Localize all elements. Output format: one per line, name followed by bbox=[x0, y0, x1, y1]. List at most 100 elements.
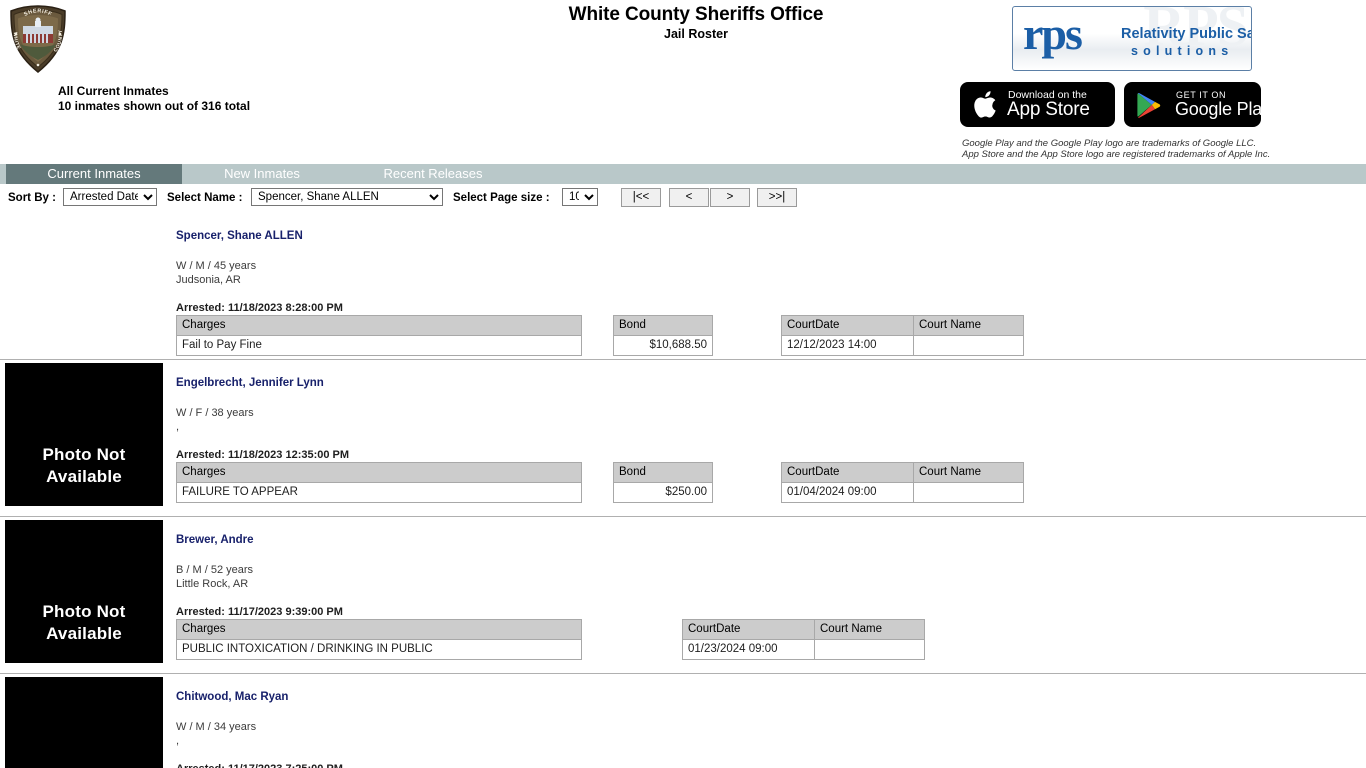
court-name-header: Court Name bbox=[913, 315, 1024, 336]
charge-cell: PUBLIC INTOXICATION / DRINKING IN PUBLIC bbox=[176, 639, 582, 660]
record-separator bbox=[0, 673, 1366, 674]
rps-wordmark: rps bbox=[1023, 8, 1083, 59]
inmate-name-link[interactable]: Chitwood, Mac Ryan bbox=[176, 690, 288, 704]
sort-by-select[interactable]: Arrested Date bbox=[63, 188, 157, 206]
select-name-select[interactable]: Spencer, Shane ALLEN bbox=[251, 188, 443, 206]
app-store-big-label: App Store bbox=[1007, 99, 1090, 120]
pagination-prev-button[interactable]: < bbox=[669, 188, 709, 207]
inmate-demographics: W / M / 34 years bbox=[176, 721, 257, 733]
court-date-header: CourtDate bbox=[781, 462, 914, 483]
table-row: FAILURE TO APPEAR bbox=[176, 482, 582, 503]
inmate-details: Spencer, Shane ALLEN W / M / 45 years Juds… bbox=[176, 226, 343, 315]
charges-table: Charges PUBLIC INTOXICATION / DRINKING IN… bbox=[176, 619, 582, 660]
inmate-arrested-date: Arrested: 11/18/2023 12:35:00 PM bbox=[176, 449, 350, 461]
trademark-notice: Google Play and the Google Play logo are… bbox=[962, 138, 1271, 160]
court-name-cell bbox=[814, 639, 925, 660]
roster-toolbar: Sort By : Arrested Date Select Name : Sp… bbox=[0, 188, 1366, 210]
inmate-record: Chitwood, Mac Ryan W / M / 34 years, Arres… bbox=[0, 673, 1366, 768]
charges-header: Charges bbox=[176, 462, 582, 483]
inmate-photo-placeholder: Photo Not Available bbox=[5, 520, 163, 663]
inmate-record: Photo Not Available Brewer, Andre B / M / 5… bbox=[0, 516, 1366, 673]
inmate-city: , bbox=[176, 735, 180, 747]
record-separator bbox=[0, 516, 1366, 517]
inmate-details: Chitwood, Mac Ryan W / M / 34 years, Arres… bbox=[176, 687, 343, 768]
inmate-arrested-date: Arrested: 11/17/2023 7:25:00 PM bbox=[176, 762, 343, 768]
table-row: 01/23/2024 09:00 bbox=[682, 639, 925, 660]
bond-cell: $250.00 bbox=[613, 482, 713, 503]
pagination-first-button[interactable]: |<< bbox=[621, 188, 661, 207]
court-date-header: CourtDate bbox=[682, 619, 815, 640]
court-table: CourtDate Court Name 01/23/2024 09:00 bbox=[682, 619, 925, 660]
court-date-cell: 12/12/2023 14:00 bbox=[781, 335, 914, 356]
bond-header: Bond bbox=[613, 315, 713, 336]
inmate-name-link[interactable]: Engelbrecht, Jennifer Lynn bbox=[176, 376, 324, 390]
court-date-header: CourtDate bbox=[781, 315, 914, 336]
court-name-header: Court Name bbox=[814, 619, 925, 640]
table-row: $250.00 bbox=[613, 482, 713, 503]
table-row: $10,688.50 bbox=[613, 335, 713, 356]
pagination-last-button[interactable]: >>| bbox=[757, 188, 797, 207]
inmate-demographics: W / F / 38 years bbox=[176, 407, 254, 419]
tab-bar: Current Inmates New Inmates Recent Relea… bbox=[0, 164, 1366, 184]
pagination-next-button[interactable]: > bbox=[710, 188, 750, 207]
table-row: 01/04/2024 09:00 bbox=[781, 482, 1024, 503]
court-table: CourtDate Court Name 01/04/2024 09:00 bbox=[781, 462, 1024, 503]
table-row: 12/12/2023 14:00 bbox=[781, 335, 1024, 356]
inmate-record: Spencer, Shane ALLEN W / M / 45 years Juds… bbox=[0, 212, 1366, 359]
table-row: Fail to Pay Fine bbox=[176, 335, 582, 356]
inmate-demographics: B / M / 52 years bbox=[176, 564, 254, 576]
inmate-city: Little Rock, AR bbox=[176, 578, 249, 590]
inmate-details: Brewer, Andre B / M / 52 years Little Rock… bbox=[176, 530, 343, 619]
summary-line-1: All Current Inmates bbox=[58, 84, 169, 98]
rps-tagline-2: solutions bbox=[1131, 44, 1234, 58]
photo-placeholder-line: Available bbox=[46, 624, 122, 643]
google-play-logo-icon bbox=[1135, 91, 1163, 124]
tab-current-inmates[interactable]: Current Inmates bbox=[6, 164, 182, 184]
apple-logo-icon bbox=[972, 89, 998, 125]
court-table: CourtDate Court Name 12/12/2023 14:00 bbox=[781, 315, 1024, 356]
roster-summary: All Current Inmates 10 inmates shown out… bbox=[58, 84, 250, 113]
tab-new-inmates[interactable]: New Inmates bbox=[182, 164, 342, 184]
bond-table: Bond $250.00 bbox=[613, 462, 713, 503]
select-name-label: Select Name : bbox=[167, 192, 243, 204]
summary-line-2: 10 inmates shown out of 316 total bbox=[58, 98, 251, 113]
inmate-name-link[interactable]: Spencer, Shane ALLEN bbox=[176, 229, 303, 243]
app-store-button[interactable]: Download on the App Store bbox=[960, 82, 1115, 127]
bond-cell: $10,688.50 bbox=[613, 335, 713, 356]
inmate-details: Engelbrecht, Jennifer Lynn W / F / 38 yea… bbox=[176, 373, 349, 462]
tab-recent-releases[interactable]: Recent Releases bbox=[348, 164, 518, 184]
rps-logo[interactable]: RPS rps Relativity Public Safety solutio… bbox=[1012, 6, 1252, 71]
photo-placeholder-line: Available bbox=[46, 467, 122, 486]
google-play-button[interactable]: GET IT ON Google Play bbox=[1124, 82, 1261, 127]
bond-table: Bond $10,688.50 bbox=[613, 315, 713, 356]
page-header: SHERIFF SHERIFF WHITE COUNTY White Cou bbox=[0, 0, 1366, 163]
google-play-big-label: Google Play bbox=[1175, 99, 1261, 119]
bond-header: Bond bbox=[613, 462, 713, 483]
inmate-photo-placeholder: Photo Not Available bbox=[5, 363, 163, 506]
sheriff-badge-icon: SHERIFF SHERIFF WHITE COUNTY bbox=[6, 4, 70, 74]
inmate-record: Photo Not Available Engelbrecht, Jennifer … bbox=[0, 359, 1366, 516]
court-date-cell: 01/23/2024 09:00 bbox=[682, 639, 815, 660]
inmate-arrested-date: Arrested: 11/18/2023 8:28:00 PM bbox=[176, 302, 343, 314]
table-row: PUBLIC INTOXICATION / DRINKING IN PUBLIC bbox=[176, 639, 582, 660]
photo-placeholder-line: Photo Not bbox=[42, 602, 126, 621]
court-name-cell bbox=[913, 482, 1024, 503]
trademark-line-1: Google Play and the Google Play logo are… bbox=[962, 138, 1257, 149]
jail-roster-page: SHERIFF SHERIFF WHITE COUNTY White Cou bbox=[0, 0, 1366, 768]
charges-table: Charges FAILURE TO APPEAR bbox=[176, 462, 582, 503]
inmate-city: , bbox=[176, 421, 180, 433]
charges-header: Charges bbox=[176, 315, 582, 336]
inmate-city: Judsonia, AR bbox=[176, 274, 241, 286]
page-size-select[interactable]: 10 bbox=[562, 188, 598, 206]
charges-header: Charges bbox=[176, 619, 582, 640]
rps-tagline-1: Relativity Public Safety bbox=[1121, 26, 1251, 42]
court-date-cell: 01/04/2024 09:00 bbox=[781, 482, 914, 503]
photo-placeholder-line: Photo Not bbox=[42, 445, 126, 464]
court-name-header: Court Name bbox=[913, 462, 1024, 483]
charge-cell: FAILURE TO APPEAR bbox=[176, 482, 582, 503]
inmate-name-link[interactable]: Brewer, Andre bbox=[176, 533, 254, 547]
inmate-demographics: W / M / 45 years bbox=[176, 260, 257, 272]
inmate-photo-placeholder bbox=[5, 677, 163, 768]
charge-cell: Fail to Pay Fine bbox=[176, 335, 582, 356]
trademark-line-2: App Store and the App Store logo are reg… bbox=[962, 148, 1271, 160]
